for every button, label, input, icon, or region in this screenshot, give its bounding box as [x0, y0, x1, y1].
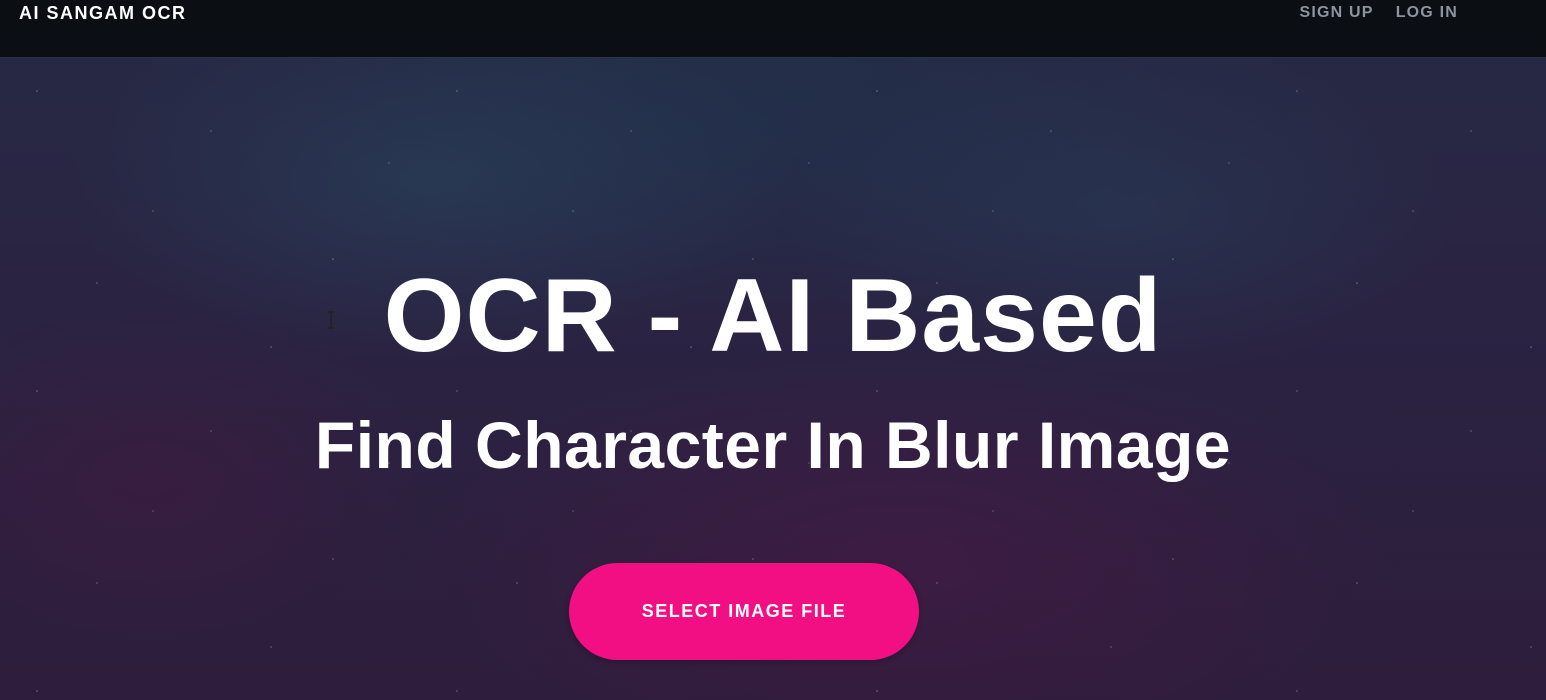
navbar: AI SANGAM OCR SIGN UP LOG IN — [0, 0, 1546, 57]
brand-logo[interactable]: AI SANGAM OCR — [19, 3, 187, 24]
hero-title: OCR - AI Based — [383, 258, 1163, 374]
nav-sign-up-link[interactable]: SIGN UP — [1299, 4, 1373, 22]
text-cursor-icon — [328, 311, 334, 329]
select-image-file-button[interactable]: SELECT IMAGE FILE — [569, 563, 919, 660]
nav-log-in-link[interactable]: LOG IN — [1396, 4, 1458, 22]
nav-links: SIGN UP LOG IN — [1299, 4, 1458, 22]
hero-subtitle: Find Character In Blur Image — [314, 408, 1232, 482]
page: AI SANGAM OCR SIGN UP LOG IN OCR - AI Ba… — [0, 0, 1546, 700]
